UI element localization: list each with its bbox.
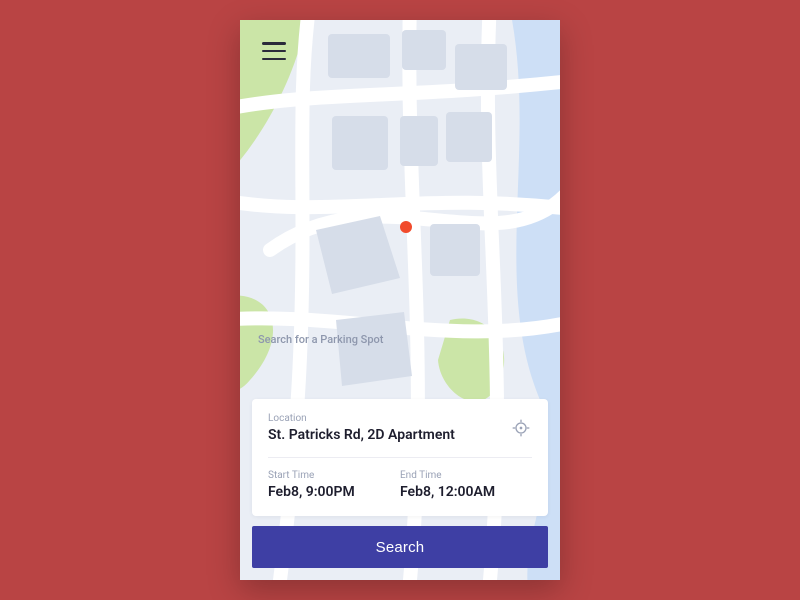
location-value: St. Patricks Rd, 2D Apartment [268, 427, 498, 443]
location-pin-icon [400, 221, 412, 233]
locate-me-button[interactable] [508, 415, 534, 441]
search-card: Location St. Patricks Rd, 2D Apartment S… [252, 399, 548, 516]
location-label: Location [268, 413, 498, 424]
start-time-label: Start Time [268, 470, 400, 481]
end-time-value: Feb8, 12:00AM [400, 484, 532, 500]
phone-frame: Search for a Parking Spot Location St. P… [240, 20, 560, 580]
search-button[interactable]: Search [252, 526, 548, 568]
location-field[interactable]: Location St. Patricks Rd, 2D Apartment [268, 413, 532, 443]
panel-title: Search for a Parking Spot [258, 333, 383, 346]
crosshair-icon [511, 418, 531, 438]
start-time-value: Feb8, 9:00PM [268, 484, 400, 500]
menu-icon[interactable] [262, 42, 286, 60]
start-time-field[interactable]: Start Time Feb8, 9:00PM [268, 470, 400, 500]
end-time-label: End Time [400, 470, 532, 481]
end-time-field[interactable]: End Time Feb8, 12:00AM [400, 470, 532, 500]
divider [268, 457, 532, 458]
